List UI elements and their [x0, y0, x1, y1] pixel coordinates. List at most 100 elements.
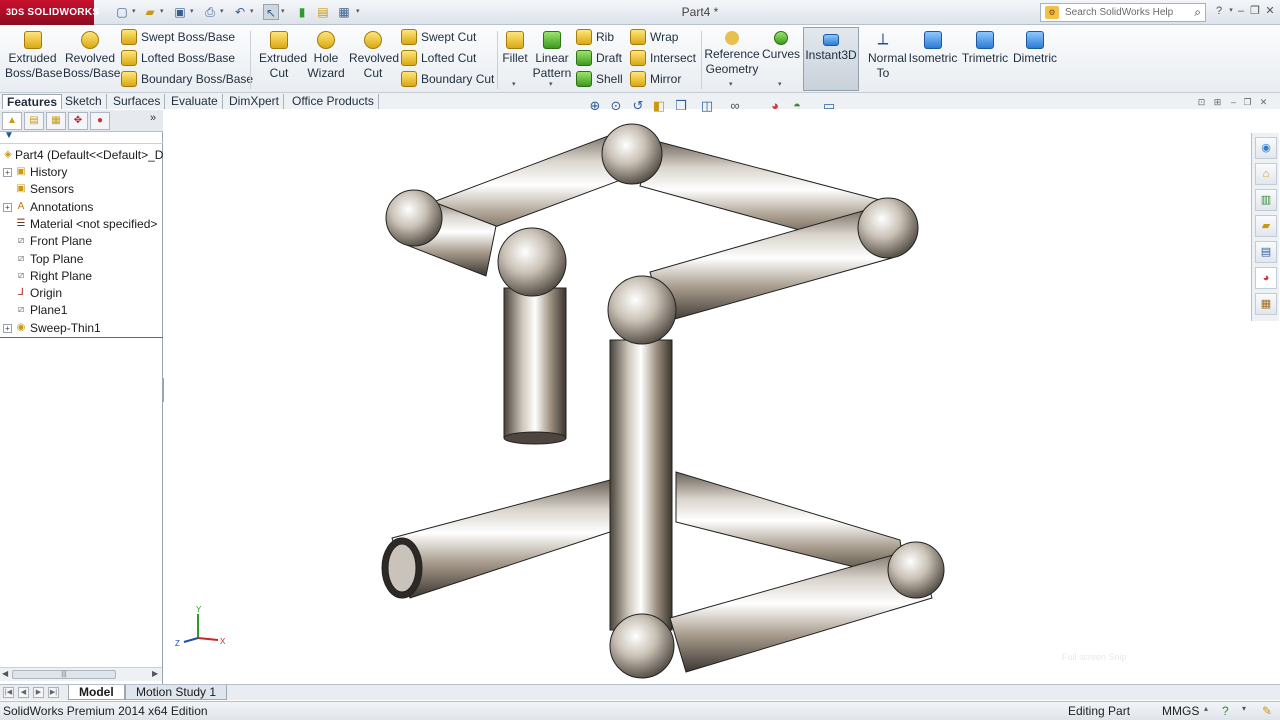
solidworks-resources-icon[interactable]: ◉ — [1255, 137, 1277, 159]
reference-geometry-button[interactable]: Reference Geometry — [704, 29, 760, 77]
scroll-thumb[interactable]: ||| — [12, 670, 116, 679]
tab-model[interactable]: Model — [68, 685, 125, 700]
folder-icon[interactable]: ▰ — [1255, 215, 1277, 237]
help-status-dropdown-icon[interactable]: ▾ — [1242, 704, 1246, 713]
linear-pattern-button[interactable]: Linear Pattern — [532, 29, 572, 81]
tree-item-origin[interactable]: ⅃ Origin — [0, 285, 163, 302]
section-view-icon[interactable]: ◧ — [650, 97, 668, 115]
boundary-boss-button[interactable]: Boundary Boss/Base — [121, 69, 253, 89]
undo-dropdown-icon[interactable]: ▾ — [250, 6, 257, 18]
rebuild-status-icon[interactable]: ✎ — [1262, 704, 1272, 718]
mirror-button[interactable]: Mirror — [630, 69, 681, 89]
revolved-cut-button[interactable]: Revolved Cut — [348, 29, 399, 81]
expand-toggle-icon[interactable]: + — [3, 168, 12, 177]
tree-root-part[interactable]: ◈ Part4 (Default<<Default>_D — [0, 147, 163, 164]
save-dropdown-icon[interactable]: ▾ — [190, 6, 197, 18]
tree-item-plane1[interactable]: ⧄ Plane1 — [0, 302, 163, 319]
custom-properties-icon[interactable]: ▦ — [1255, 293, 1277, 315]
open-dropdown-icon[interactable]: ▾ — [160, 6, 167, 18]
new-dropdown-icon[interactable]: ▾ — [132, 6, 139, 18]
first-tab-icon[interactable]: |◀ — [3, 687, 14, 698]
options-dropdown-icon[interactable]: ▾ — [356, 6, 363, 18]
tab-motion-study[interactable]: Motion Study 1 — [125, 685, 228, 700]
hide-show-items-icon[interactable]: ∞ — [726, 97, 744, 115]
tree-item-annotations[interactable]: + A Annotations — [0, 199, 163, 216]
previous-view-icon[interactable]: ↺ — [629, 97, 647, 115]
last-tab-icon[interactable]: ▶| — [48, 687, 59, 698]
select-dropdown-icon[interactable]: ▾ — [281, 6, 288, 18]
appearances-icon[interactable]: ◕ — [1255, 267, 1277, 289]
display-style-icon[interactable]: ◫ — [698, 97, 716, 115]
featuremanager-tab-icon[interactable]: ▲ — [2, 112, 22, 130]
rebuild-icon[interactable]: ▮ — [294, 4, 310, 20]
fillet-dropdown-icon[interactable]: ▾ — [512, 80, 516, 88]
configurationmanager-tab-icon[interactable]: ▦ — [46, 112, 66, 130]
expand-toggle-icon[interactable]: + — [3, 323, 12, 333]
minimize-icon[interactable]: – — [1234, 3, 1248, 19]
zoom-to-fit-icon[interactable]: ⊕ — [586, 97, 604, 115]
close-icon[interactable]: ✕ — [1263, 3, 1277, 19]
intersect-button[interactable]: Intersect — [630, 48, 696, 68]
status-units[interactable]: MMGS — [1162, 704, 1199, 718]
open-folder-icon[interactable]: ▰ — [142, 4, 158, 20]
print-dropdown-icon[interactable]: ▾ — [220, 6, 227, 18]
solidworks-logo[interactable]: 3DS SOLIDWORKS — [0, 0, 99, 25]
scroll-right-icon[interactable]: ▶ — [152, 669, 158, 678]
tree-item-sensors[interactable]: ▣ Sensors — [0, 181, 163, 198]
options-icon[interactable]: ▦ — [336, 4, 352, 20]
new-document-icon[interactable]: ▢ — [114, 4, 130, 20]
tree-item-front[interactable]: ⧄ Front Plane — [0, 233, 163, 250]
graphics-area[interactable]: Y X Z — [164, 110, 1250, 684]
instant3d-button[interactable]: Instant3D — [803, 27, 859, 91]
extruded-boss-button[interactable]: Extruded Boss/Base — [5, 29, 62, 81]
viewport-minimize-icon[interactable]: – — [1228, 97, 1239, 108]
design-library-icon[interactable]: ⌂ — [1255, 163, 1277, 185]
tree-item-top[interactable]: ⧄ Top Plane — [0, 251, 163, 268]
curves-dropdown-icon[interactable]: ▾ — [778, 80, 782, 88]
tree-item-right[interactable]: ⧄ Right Plane — [0, 268, 163, 285]
tab-dimxpert[interactable]: DimXpert — [225, 94, 285, 109]
wrap-button[interactable]: Wrap — [630, 27, 678, 47]
tab-evaluate[interactable]: Evaluate — [167, 94, 223, 109]
tab-office-products[interactable]: Office Products — [288, 94, 379, 109]
viewport-tile-icon[interactable]: ⊞ — [1212, 97, 1223, 108]
horizontal-scrollbar[interactable]: ◀ ||| ▶ — [0, 667, 162, 681]
rib-button[interactable]: Rib — [576, 27, 614, 47]
tab-features[interactable]: Features — [2, 94, 63, 109]
apply-scene-icon[interactable]: ◓ — [788, 97, 806, 115]
shell-button[interactable]: Shell — [576, 69, 623, 89]
lofted-boss-button[interactable]: Lofted Boss/Base — [121, 48, 235, 68]
prev-tab-icon[interactable]: ◀ — [18, 687, 29, 698]
scroll-left-icon[interactable]: ◀ — [2, 669, 8, 678]
file-explorer-icon[interactable]: ▥ — [1255, 189, 1277, 211]
revolved-boss-button[interactable]: Revolved Boss/Base — [63, 29, 120, 81]
dimetric-button[interactable]: Dimetric — [1012, 29, 1058, 66]
hole-wizard-button[interactable]: Hole Wizard — [303, 29, 349, 81]
units-dropdown-icon[interactable]: ▴ — [1204, 704, 1208, 713]
viewport-close-icon[interactable]: ✕ — [1258, 97, 1269, 108]
file-properties-icon[interactable]: ▤ — [315, 4, 331, 20]
tree-item-history[interactable]: + ▣ History — [0, 164, 163, 181]
help-status-icon[interactable]: ? — [1222, 704, 1229, 718]
undo-icon[interactable]: ↶ — [232, 4, 248, 20]
tree-item-sweep-thin1[interactable]: + ◉ Sweep-Thin1 — [0, 320, 163, 337]
select-pointer-icon[interactable]: ↖ — [263, 4, 279, 20]
save-icon[interactable]: ▣ — [172, 4, 188, 20]
propertymanager-tab-icon[interactable]: ▤ — [24, 112, 44, 130]
next-tab-icon[interactable]: ▶ — [33, 687, 44, 698]
draft-button[interactable]: Draft — [576, 48, 622, 68]
edit-appearance-icon[interactable]: ◕ — [766, 97, 784, 115]
displaymanager-tab-icon[interactable]: ● — [90, 112, 110, 130]
expand-toggle-icon[interactable]: + — [3, 202, 12, 212]
swept-cut-button[interactable]: Swept Cut — [401, 27, 476, 47]
zoom-to-area-icon[interactable]: ⊙ — [607, 97, 625, 115]
swept-boss-button[interactable]: Swept Boss/Base — [121, 27, 235, 47]
restore-icon[interactable]: ❐ — [1248, 3, 1262, 19]
extruded-cut-button[interactable]: Extruded Cut — [254, 29, 307, 81]
boundary-cut-button[interactable]: Boundary Cut — [401, 69, 494, 89]
dimxpertmanager-tab-icon[interactable]: ✥ — [68, 112, 88, 130]
pattern-dropdown-icon[interactable]: ▾ — [549, 80, 553, 88]
tab-surfaces[interactable]: Surfaces — [109, 94, 166, 109]
curves-button[interactable]: Curves — [762, 29, 800, 62]
viewport-restore-icon[interactable]: ❐ — [1242, 97, 1253, 108]
